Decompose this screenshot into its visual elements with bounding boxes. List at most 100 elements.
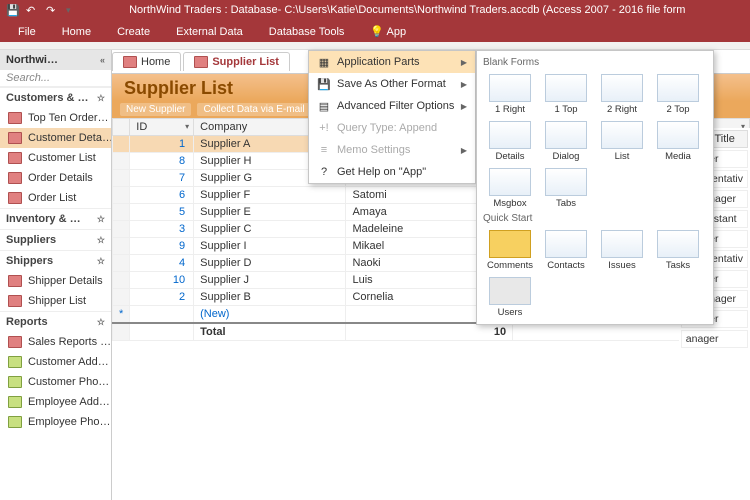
nav-item-label: Order Details [28, 172, 93, 184]
gallery-item[interactable]: Media [651, 119, 705, 164]
menu-item: +!Query Type: Append [309, 117, 475, 139]
nav-item[interactable]: Order Details [0, 168, 111, 188]
nav-group[interactable]: Shippers☆ [0, 250, 111, 271]
nav-item[interactable]: Top Ten Order… [0, 108, 111, 128]
menu-item[interactable]: ?Get Help on "App" [309, 161, 475, 183]
form-icon [8, 275, 22, 287]
cell-company[interactable]: Supplier B [194, 289, 346, 306]
app-dropdown-menu: ▦Application Parts▶💾Save As Other Format… [308, 50, 476, 184]
row-selector[interactable] [113, 289, 130, 306]
nav-search[interactable]: Search... [0, 70, 111, 87]
row-selector[interactable] [113, 136, 130, 153]
ribbon-tab-home[interactable]: Home [50, 22, 103, 42]
nav-group[interactable]: Reports☆ [0, 311, 111, 332]
nav-item[interactable]: Customer Deta… [0, 128, 111, 148]
nav-item[interactable]: Order List [0, 188, 111, 208]
nav-item[interactable]: Shipper Details [0, 271, 111, 291]
gallery-section-header: Quick Start [483, 211, 707, 228]
chevron-down-icon[interactable]: « [100, 55, 105, 65]
undo-icon[interactable]: ↶ [26, 4, 38, 16]
cell-id[interactable]: 9 [130, 238, 194, 255]
document-tab[interactable]: Home [112, 52, 181, 71]
cell-id[interactable]: 5 [130, 204, 194, 221]
row-selector[interactable] [113, 272, 130, 289]
cell-id[interactable]: 8 [130, 153, 194, 170]
nav-item[interactable]: Sales Reports … [0, 332, 111, 352]
cell-id[interactable]: 2 [130, 289, 194, 306]
ribbon-tab-external-data[interactable]: External Data [164, 22, 255, 42]
nav-group[interactable]: Suppliers☆ [0, 229, 111, 250]
ribbon-tab-database-tools[interactable]: Database Tools [257, 22, 357, 42]
form-icon [123, 56, 137, 68]
nav-header[interactable]: Northwi… « [0, 50, 111, 70]
cell-company[interactable]: Supplier D [194, 255, 346, 272]
gallery-item[interactable]: Users [483, 275, 537, 320]
cell-id[interactable]: 3 [130, 221, 194, 238]
nav-item[interactable]: Customer Pho… [0, 372, 111, 392]
cell-id[interactable]: 6 [130, 187, 194, 204]
template-thumb-icon [489, 168, 531, 196]
nav-item[interactable]: Customer Add… [0, 352, 111, 372]
cell-id[interactable]: 4 [130, 255, 194, 272]
row-selector[interactable] [113, 153, 130, 170]
nav-item[interactable]: Employee Add… [0, 392, 111, 412]
form-toolbar-button[interactable]: New Supplier [120, 103, 191, 116]
document-tab[interactable]: Supplier List [183, 52, 290, 71]
gallery-item-label: Media [665, 151, 691, 162]
nav-item[interactable]: Shipper List [0, 291, 111, 311]
menu-item[interactable]: ▤Advanced Filter Options▶ [309, 95, 475, 117]
gallery-item-label: List [615, 151, 630, 162]
save-icon[interactable]: 💾 [6, 4, 18, 16]
menu-icon: 💾 [317, 77, 331, 91]
nav-item[interactable]: Employee Pho… [0, 412, 111, 432]
row-selector[interactable] [113, 255, 130, 272]
gallery-item[interactable]: Tasks [651, 228, 705, 273]
form-icon [8, 152, 22, 164]
gallery-item[interactable]: 1 Top [539, 72, 593, 117]
gallery-item[interactable]: 2 Top [651, 72, 705, 117]
cell-company[interactable]: Supplier I [194, 238, 346, 255]
row-selector-header[interactable] [113, 119, 130, 136]
column-header[interactable]: ID▾ [130, 119, 194, 136]
menu-item[interactable]: 💾Save As Other Format▶ [309, 73, 475, 95]
form-toolbar-button[interactable]: Collect Data via E-mail [197, 103, 310, 116]
gallery-item[interactable]: Msgbox [483, 166, 537, 211]
menu-item[interactable]: ▦Application Parts▶ [309, 51, 475, 73]
cell-company[interactable]: Supplier C [194, 221, 346, 238]
gallery-item[interactable]: 1 Right [483, 72, 537, 117]
cell-company[interactable]: Supplier E [194, 204, 346, 221]
gallery-item-label: Comments [487, 260, 533, 271]
nav-group[interactable]: Customers & …☆ [0, 87, 111, 108]
row-selector[interactable] [113, 204, 130, 221]
gallery-item[interactable]: Issues [595, 228, 649, 273]
gallery-item[interactable]: List [595, 119, 649, 164]
gallery-item[interactable]: 2 Right [595, 72, 649, 117]
cell-id[interactable]: 10 [130, 272, 194, 289]
ribbon-tab-file[interactable]: File [6, 22, 48, 42]
quick-access-toolbar: 💾 ↶ ↷ ▾ [6, 4, 71, 16]
form-icon [8, 172, 22, 184]
row-selector[interactable] [113, 187, 130, 204]
nav-item-label: Customer Deta… [28, 132, 111, 144]
template-thumb-icon [657, 74, 699, 102]
template-thumb-icon [545, 121, 587, 149]
gallery-item[interactable]: Tabs [539, 166, 593, 211]
row-selector[interactable] [113, 221, 130, 238]
cell-company[interactable]: Supplier J [194, 272, 346, 289]
nav-item[interactable]: Customer List [0, 148, 111, 168]
ribbon-tab-create[interactable]: Create [105, 22, 162, 42]
row-selector[interactable] [113, 238, 130, 255]
row-selector[interactable] [113, 170, 130, 187]
redo-icon[interactable]: ↷ [46, 4, 58, 16]
cell-id[interactable]: 7 [130, 170, 194, 187]
gallery-item[interactable]: Details [483, 119, 537, 164]
cell-company[interactable]: Supplier F [194, 187, 346, 204]
gallery-item[interactable]: Comments [483, 228, 537, 273]
gallery-item[interactable]: Contacts [539, 228, 593, 273]
nav-group[interactable]: Inventory & …☆ [0, 208, 111, 229]
cell-id[interactable]: 1 [130, 136, 194, 153]
form-icon [194, 56, 208, 68]
ribbon-tab-app[interactable]: 💡 App [358, 21, 418, 42]
cell-job-title[interactable]: anager [681, 330, 748, 348]
gallery-item[interactable]: Dialog [539, 119, 593, 164]
